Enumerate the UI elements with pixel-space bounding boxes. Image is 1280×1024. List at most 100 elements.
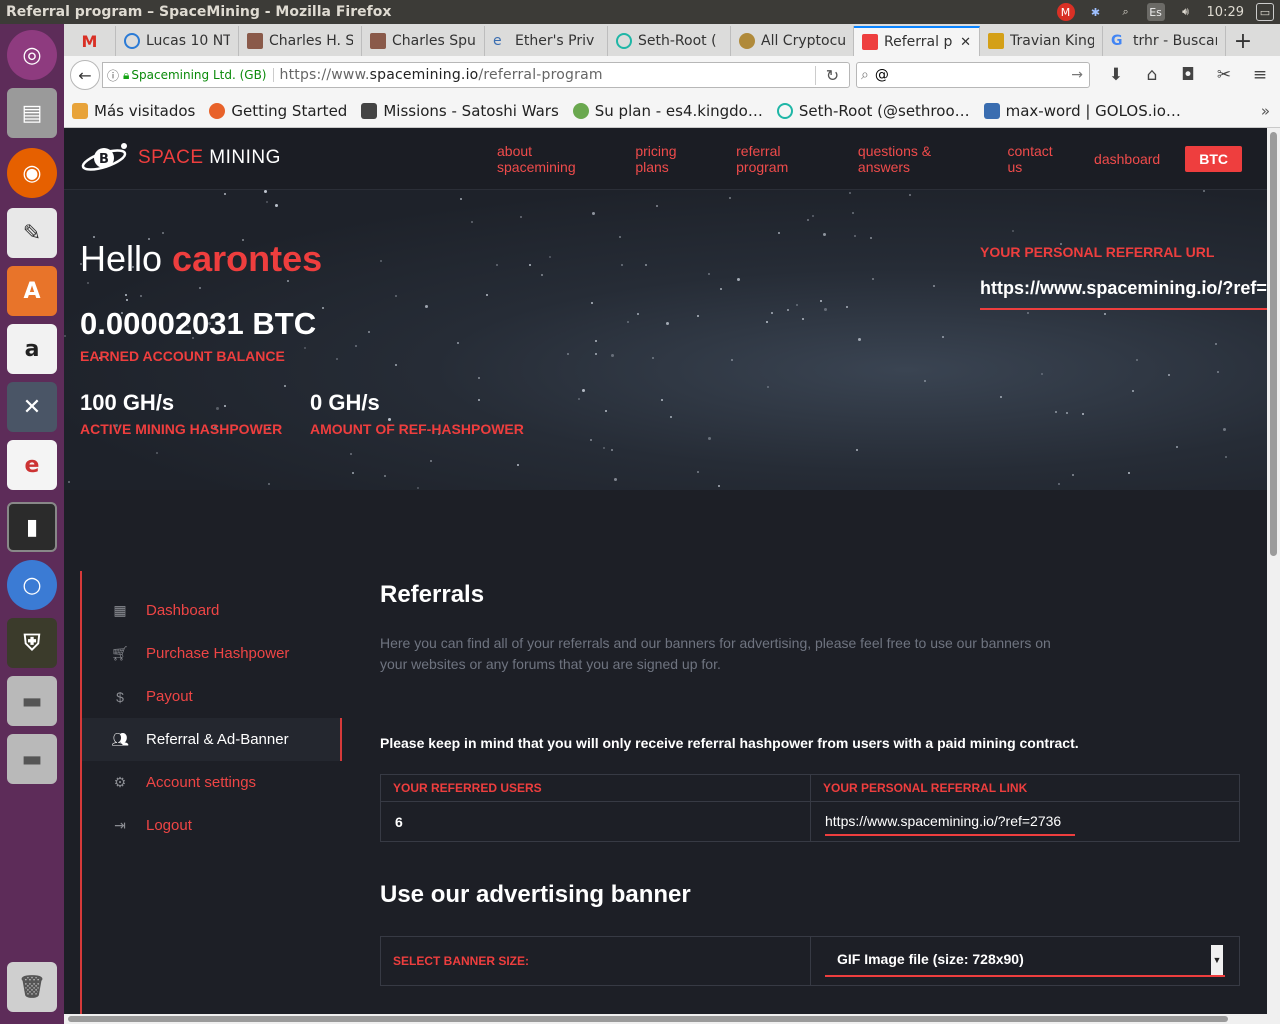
star xyxy=(578,398,580,400)
search-input[interactable]: @ xyxy=(875,67,889,83)
tab[interactable]: Travian King xyxy=(980,26,1103,56)
session-menu-icon[interactable]: ▭ xyxy=(1256,3,1274,21)
bookmark[interactable]: max-word | GOLOS.io… xyxy=(983,102,1181,120)
bookmark[interactable]: Más visitados xyxy=(72,102,195,120)
reload-icon[interactable]: ↻ xyxy=(815,65,849,85)
hamburger-menu-icon[interactable]: ≡ xyxy=(1242,62,1278,88)
mail-indicator-icon[interactable]: M xyxy=(1056,3,1075,21)
bookmark[interactable]: Su plan - es4.kingdo… xyxy=(572,102,763,120)
currency-button[interactable]: BTC xyxy=(1185,146,1242,172)
amazon-icon[interactable]: a xyxy=(7,324,57,374)
bluetooth-icon[interactable]: ✱ xyxy=(1087,3,1105,21)
nav-referral[interactable]: referral program xyxy=(736,143,833,175)
screenshot-icon[interactable]: ✂ xyxy=(1206,62,1242,88)
url-path: /referral-program xyxy=(478,67,603,83)
security-shield-icon[interactable]: ⛨ xyxy=(7,618,57,668)
star xyxy=(595,340,597,342)
star xyxy=(611,354,614,357)
sidebar-item-logout[interactable]: ⇥ Logout xyxy=(82,804,342,847)
nav-dashboard[interactable]: dashboard xyxy=(1094,151,1160,167)
tab-label: Seth-Root ( xyxy=(638,33,717,49)
star xyxy=(856,449,858,451)
tab[interactable]: e Ether's Priv xyxy=(485,26,608,56)
tab-gmail[interactable]: M xyxy=(64,26,116,56)
scrollbar-thumb[interactable] xyxy=(1270,132,1277,556)
back-button[interactable]: ← xyxy=(70,60,100,90)
downloads-icon[interactable]: ⬇ xyxy=(1098,62,1134,88)
greeting-text: Hello xyxy=(80,238,173,279)
sidebar-item-label: Payout xyxy=(146,688,193,705)
star xyxy=(1058,483,1060,485)
star xyxy=(275,204,278,207)
sidebar-item-purchase-hashpower[interactable]: 🛒︎ Purchase Hashpower xyxy=(82,632,342,675)
bookmarks-overflow-icon[interactable]: » xyxy=(1261,102,1280,120)
nav-contact[interactable]: contact us xyxy=(1008,143,1070,175)
firefox-icon[interactable]: ◉ xyxy=(7,148,57,198)
sidebar-item-payout[interactable]: $ Payout xyxy=(82,675,342,718)
star xyxy=(614,478,617,481)
tab[interactable]: Charles Spu xyxy=(362,26,485,56)
tab-bar: M Lucas 10 NT Charles H. S Charles Spu e… xyxy=(64,24,1280,56)
site-logo[interactable]: B SPACE MINING xyxy=(80,140,281,176)
sidebar-item-account-settings[interactable]: ⚙ Account settings xyxy=(82,761,342,804)
tab[interactable]: Charles H. S xyxy=(239,26,362,56)
home-icon[interactable]: ⌂ xyxy=(1134,62,1170,88)
horizontal-scrollbar[interactable] xyxy=(64,1014,1280,1024)
terminal-icon[interactable]: ▮ xyxy=(7,502,57,552)
referrals-description: Here you can find all of your referrals … xyxy=(380,635,1051,672)
sidebar-item-referral[interactable]: 👥︎ Referral & Ad-Banner xyxy=(82,718,342,761)
site-identity[interactable]: Spacemining Ltd. (GB) xyxy=(129,68,274,82)
sidebar-item-dashboard[interactable]: ▦ Dashboard xyxy=(82,589,342,632)
text-editor-icon[interactable]: ✎ xyxy=(7,208,57,258)
referral-link-field[interactable]: https://www.spacemining.io/?ref=2736 xyxy=(825,808,1075,836)
software-center-icon[interactable]: A xyxy=(7,266,57,316)
tab-active[interactable]: Referral p ✕ xyxy=(854,26,980,56)
trash-icon[interactable]: 🗑︎ xyxy=(7,962,57,1012)
web-page: B SPACE MINING about spacemining pricing… xyxy=(64,128,1267,1014)
referred-users-header: YOUR REFERRED USERS xyxy=(381,775,810,802)
vertical-scrollbar[interactable] xyxy=(1267,128,1280,1014)
referrals-heading: Referrals xyxy=(380,581,485,608)
chromium-icon[interactable]: ○ xyxy=(7,560,57,610)
bookmark[interactable]: Getting Started xyxy=(209,102,347,120)
tab[interactable]: Lucas 10 NT xyxy=(116,26,239,56)
banner-size-select[interactable]: GIF Image file (size: 728x90) ▼ xyxy=(825,943,1225,977)
star xyxy=(924,380,926,382)
tab[interactable]: All Cryptocu xyxy=(731,26,854,56)
nav-pricing[interactable]: pricing plans xyxy=(635,143,711,175)
document-viewer-icon[interactable]: e xyxy=(7,440,57,490)
star xyxy=(268,483,270,485)
clock[interactable]: 10:29 xyxy=(1207,5,1244,20)
search-bar[interactable]: ⌕ @ → xyxy=(856,62,1090,88)
volume-icon[interactable]: 🔊︎ xyxy=(1177,3,1195,21)
bookmark[interactable]: Missions - Satoshi Wars xyxy=(361,102,559,120)
pocket-icon[interactable]: ◘ xyxy=(1170,62,1206,88)
close-tab-icon[interactable]: ✕ xyxy=(960,35,971,50)
drive-icon[interactable]: ▬ xyxy=(7,676,57,726)
url-text[interactable]: https://www.spacemining.io/referral-prog… xyxy=(274,67,603,83)
new-tab-button[interactable]: + xyxy=(1226,26,1260,56)
drive-icon-2[interactable]: ▬ xyxy=(7,734,57,784)
star xyxy=(1041,373,1043,375)
star xyxy=(1176,446,1178,448)
referral-url-field[interactable]: https://www.spacemining.io/?ref=2736 xyxy=(980,278,1267,310)
ubuntu-dash-icon[interactable]: ◎ xyxy=(7,30,57,80)
nav-faq[interactable]: questions & answers xyxy=(858,143,983,175)
page-info-icon[interactable]: ⓘ xyxy=(103,67,123,84)
tab[interactable]: Seth-Root ( xyxy=(608,26,731,56)
network-icon[interactable]: ⌕ xyxy=(1117,3,1135,21)
system-settings-icon[interactable]: ✕ xyxy=(7,382,57,432)
star xyxy=(909,194,911,196)
horizontal-scrollbar-thumb[interactable] xyxy=(68,1016,1228,1022)
tab[interactable]: Gtrhr - Buscar xyxy=(1103,26,1226,56)
url-bar[interactable]: ⓘ 🔒︎ Spacemining Ltd. (GB) https://www.s… xyxy=(102,62,850,88)
dropdown-arrow-icon[interactable]: ▼ xyxy=(1211,945,1223,975)
keyboard-layout-indicator[interactable]: Es xyxy=(1146,3,1165,21)
banner-size-row: SELECT BANNER SIZE: GIF Image file (size… xyxy=(380,936,1240,986)
files-icon[interactable]: ▤ xyxy=(7,88,57,138)
nav-about[interactable]: about spacemining xyxy=(497,143,610,175)
bookmark[interactable]: Seth-Root (@sethroo… xyxy=(776,102,970,120)
search-go-icon[interactable]: → xyxy=(1071,67,1089,83)
account-sidebar: ▦ Dashboard 🛒︎ Purchase Hashpower $ Payout … xyxy=(80,571,342,1014)
star xyxy=(1104,313,1106,315)
